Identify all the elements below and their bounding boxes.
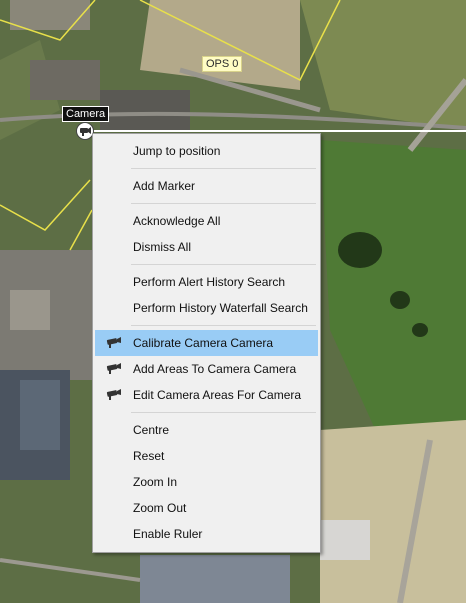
menu-item-enable-ruler[interactable]: Enable Ruler [95, 521, 318, 547]
menu-item-add-marker[interactable]: Add Marker [95, 173, 318, 199]
menu-item-history-waterfall-search[interactable]: Perform History Waterfall Search [95, 295, 318, 321]
menu-item-calibrate-camera[interactable]: Calibrate Camera Camera [95, 330, 318, 356]
menu-item-zoom-out[interactable]: Zoom Out [95, 495, 318, 521]
menu-item-label: Centre [133, 423, 170, 437]
camera-icon [106, 363, 121, 374]
menu-item-jump-to-position[interactable]: Jump to position [95, 138, 318, 164]
menu-item-label: Zoom In [133, 475, 178, 489]
menu-item-label: Perform History Waterfall Search [133, 301, 308, 315]
menu-item-label: Enable Ruler [133, 527, 203, 541]
menu-separator [131, 203, 316, 204]
camera-icon [106, 389, 121, 400]
menu-item-label: Jump to position [133, 144, 221, 158]
menu-item-label: Reset [133, 449, 165, 463]
menu-item-label: Perform Alert History Search [133, 275, 286, 289]
menu-separator [131, 168, 316, 169]
menu-item-label: Add Marker [133, 179, 196, 193]
menu-item-label: Calibrate Camera Camera [133, 336, 274, 350]
menu-item-label: Add Areas To Camera Camera [133, 362, 297, 376]
menu-item-label: Dismiss All [133, 240, 192, 254]
menu-item-label: Acknowledge All [133, 214, 221, 228]
camera-icon [106, 337, 121, 348]
camera-icon [80, 127, 91, 136]
menu-item-zoom-in[interactable]: Zoom In [95, 469, 318, 495]
menu-separator [131, 325, 316, 326]
menu-item-reset[interactable]: Reset [95, 443, 318, 469]
menu-item-centre[interactable]: Centre [95, 417, 318, 443]
menu-item-label: Zoom Out [133, 501, 187, 515]
menu-item-label: Edit Camera Areas For Camera [133, 388, 302, 402]
camera-map-label[interactable]: Camera [62, 106, 110, 122]
menu-item-edit-camera-areas[interactable]: Edit Camera Areas For Camera [95, 382, 318, 408]
map-context-menu: Jump to position Add Marker Acknowledge … [92, 133, 321, 553]
ops-zone-label[interactable]: OPS 0 [202, 56, 243, 72]
menu-separator [131, 264, 316, 265]
menu-item-dismiss-all[interactable]: Dismiss All [95, 234, 318, 260]
menu-item-acknowledge-all[interactable]: Acknowledge All [95, 208, 318, 234]
menu-item-add-areas-to-camera[interactable]: Add Areas To Camera Camera [95, 356, 318, 382]
menu-item-alert-history-search[interactable]: Perform Alert History Search [95, 269, 318, 295]
menu-separator [131, 412, 316, 413]
